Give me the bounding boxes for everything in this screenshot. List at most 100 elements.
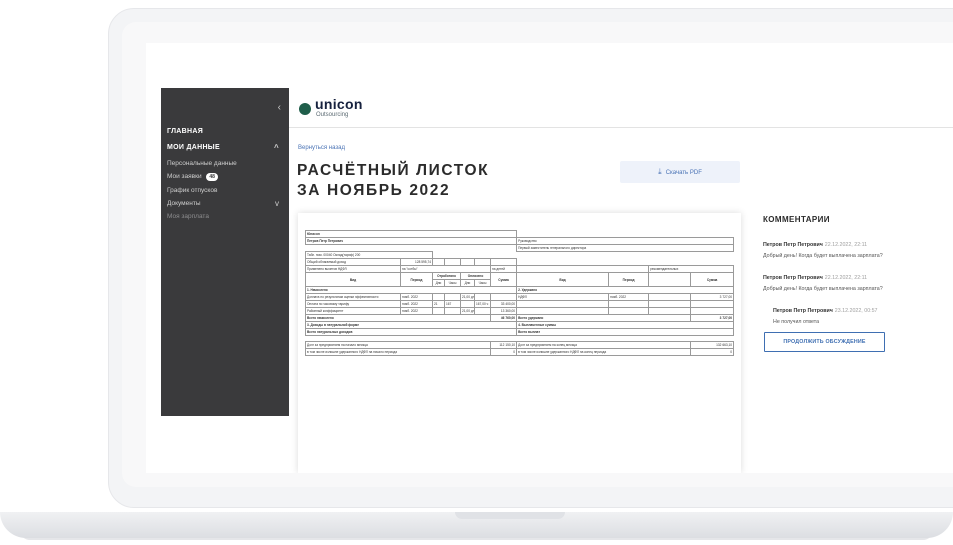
comment-text: Добрый день! Когда будет выплачена зарпл… [763, 253, 883, 259]
section-withheld: 2. Удержано [516, 286, 735, 294]
table-row: Оплата по часовому тарифу нояб. 2022 21 … [305, 300, 735, 308]
app-screen: ‹ ГЛАВНАЯ МОИ ДАННЫЕ ^ Персональные данн… [146, 43, 953, 473]
total-withheld-value: 3 727,00 [690, 314, 735, 322]
table-row: Доплата по результатам оценки эффективно… [305, 293, 735, 301]
row-paid-days: 21,00 дн [460, 307, 475, 315]
sidebar-item-label: МОИ ДАННЫЕ [167, 144, 220, 151]
comment-author: Петров Петр Петрович [763, 242, 823, 248]
total-accrued-value: 46 760,00 [489, 314, 518, 322]
row-w-sum: 3 727,00 [690, 293, 735, 301]
col-type: Вид [305, 272, 401, 287]
row-type: Районный коэффициент [305, 307, 401, 315]
chevron-up-icon: ^ [274, 143, 279, 152]
sidebar-item-my-requests[interactable]: Мои заявки 48 [167, 173, 283, 181]
comment-reply: Петров Петр Петрович 23.12.2022, 00:57 Не… [773, 299, 943, 325]
sidebar-item-documents[interactable]: Документы v [167, 199, 283, 208]
sidebar-item-label: Мои заявки [167, 173, 202, 180]
logo-text: unicon [315, 96, 363, 112]
comment-item: Петров Петр Петрович 22.12.2022, 22:11 До… [763, 233, 943, 259]
comment-text: Добрый день! Когда будет выплачена зарпл… [763, 286, 883, 292]
row-paid-days: 21,00 дн [460, 293, 475, 301]
ndfl-end-value: 0 [690, 348, 735, 357]
col-w-type: Вид [516, 272, 610, 287]
total-natural-label: Всего натуральных доходов [304, 328, 518, 336]
row-sum: 33 400,00 [489, 300, 518, 308]
total-paid-label: Всего выплат [516, 328, 735, 336]
col-paid-hours: Часы [474, 279, 491, 287]
sidebar-item-vacation-schedule[interactable]: График отпусков [167, 187, 283, 194]
sidebar-item-label: Моя зарплата [167, 213, 209, 220]
col-worked-days: Дни [432, 279, 445, 287]
collapse-sidebar-icon[interactable]: ‹ [278, 102, 281, 113]
sidebar-item-label: Документы [167, 200, 201, 207]
col-w-period: Период [608, 272, 650, 287]
comment-text: Не получил ответа [773, 319, 820, 325]
comment-date: 23.12.2022, 00:57 [834, 308, 878, 314]
table-row: Районный коэффициент нояб. 2022 21,00 дн… [305, 307, 735, 315]
sidebar-item-label: ГЛАВНАЯ [167, 128, 204, 135]
section-paid: 4. Выплаченные суммы [516, 321, 735, 329]
page-title-line1: РАСЧЁТНЫЙ ЛИСТОК [297, 162, 490, 179]
sidebar-item-home[interactable]: ГЛАВНАЯ [167, 128, 283, 135]
download-icon: ⤓ [658, 167, 662, 176]
comment-date: 22.12.2022, 22:11 [824, 242, 868, 248]
payslip-managers: Руководство [516, 237, 735, 245]
sidebar-item-personal-data[interactable]: Персональные данные [167, 160, 283, 167]
row-type: Доплата по результатам оценки эффективно… [305, 293, 401, 301]
logo-mark-icon [299, 103, 311, 115]
payslip-org: Юнисон [304, 230, 518, 238]
top-header: unicon Outsourcing [289, 88, 953, 128]
payslip-document: Юнисон Петров Петр Петрович Руководство … [298, 213, 741, 473]
section-natural: 3. Доходы в натуральной форме [304, 321, 518, 329]
row-w-type: НДФЛ [516, 293, 610, 301]
row-period: нояб. 2022 [400, 293, 433, 301]
payslip-ndfl-deduction: Применено вычетов НДФЛ [305, 265, 401, 273]
chevron-down-icon: v [275, 199, 279, 208]
comment-item: Петров Петр Петрович 22.12.2022, 22:11 До… [763, 266, 943, 292]
section-accrued: 1. Начислено [304, 286, 518, 294]
sidebar-item-label: График отпусков [167, 187, 218, 194]
laptop-mockup: ‹ ГЛАВНАЯ МОИ ДАННЫЕ ^ Персональные данн… [0, 0, 953, 545]
comments-panel: КОММЕНТАРИИ Петров Петр Петрович 22.12.20… [763, 215, 943, 352]
col-worked: Отработано [432, 272, 461, 280]
row-worked-hours: 167 [444, 300, 461, 308]
sidebar-item-label: Персональные данные [167, 160, 237, 167]
col-paid: Оплачено [460, 272, 491, 280]
row-worked-days: 21 [432, 300, 445, 308]
comments-title: КОММЕНТАРИИ [763, 215, 830, 224]
row-w-period: нояб. 2022 [608, 293, 650, 301]
requests-count-badge: 48 [206, 173, 218, 181]
continue-discussion-button[interactable]: ПРОДОЛЖИТЬ ОБСУЖДЕНИЕ [764, 332, 885, 352]
back-link[interactable]: Вернуться назад [298, 145, 345, 151]
payslip-deputy: Первый заместитель генерального директор… [516, 244, 735, 252]
sidebar-item-my-salary[interactable]: Моя зарплата [167, 213, 283, 220]
col-sum: Сумма [489, 272, 518, 287]
row-paid-hours: 167,00 ч [474, 300, 491, 308]
debt-start-value: 112 150,10 [489, 341, 518, 350]
col-period: Период [400, 272, 433, 287]
total-withheld-label: Всего удержано [516, 314, 692, 322]
page-title-line2: ЗА НОЯБРЬ 2022 [297, 182, 451, 199]
sidebar-item-my-data[interactable]: МОИ ДАННЫЕ ^ [167, 143, 283, 152]
ndfl-start-value: 0 [489, 348, 518, 357]
ndfl-start-label: в том числе излишне удержанного НДФЛ на … [305, 348, 491, 357]
debt-end-value: 132 663,10 [690, 341, 735, 350]
row-type: Оплата по часовому тарифу [305, 300, 401, 308]
logo-subtitle: Outsourcing [316, 112, 349, 118]
row-period: нояб. 2022 [400, 300, 433, 308]
laptop-notch [455, 512, 565, 519]
payslip-ndfl-code: на "сотбы" [400, 265, 491, 273]
row-sum: 13 360,00 [489, 307, 518, 315]
col-paid-days: Дни [460, 279, 475, 287]
row-sum [489, 293, 518, 301]
page-title: РАСЧЁТНЫЙ ЛИСТОК ЗА НОЯБРЬ 2022 [297, 161, 547, 201]
col-worked-hours: Часы [444, 279, 461, 287]
download-pdf-button[interactable]: ⤓ Скачать PDF [620, 161, 740, 183]
comment-author: Петров Петр Петрович [763, 275, 823, 281]
total-accrued-label: Всего начислено [305, 314, 491, 322]
payslip-tab-no: Табл. ном. 00040 Оклад(тариф) 200 [305, 251, 433, 259]
sidebar: ‹ ГЛАВНАЯ МОИ ДАННЫЕ ^ Персональные данн… [161, 88, 289, 416]
comment-date: 22.12.2022, 22:11 [824, 275, 868, 281]
download-pdf-label: Скачать PDF [665, 170, 702, 176]
sidebar-nav: ГЛАВНАЯ МОИ ДАННЫЕ ^ Персональные данные… [167, 128, 283, 226]
